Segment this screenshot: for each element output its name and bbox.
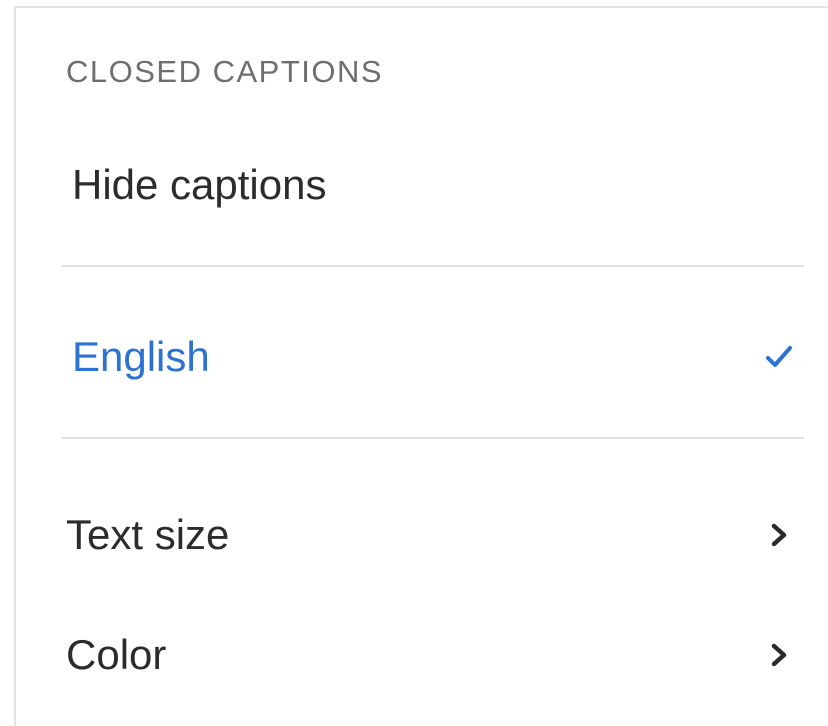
menu-item-text-size[interactable]: Text size xyxy=(16,490,804,580)
chevron-right-icon xyxy=(762,518,796,552)
chevron-right-icon xyxy=(762,638,796,672)
divider xyxy=(62,437,804,439)
menu-item-label: Hide captions xyxy=(72,161,327,208)
menu-item-hide-captions[interactable]: Hide captions xyxy=(16,140,804,230)
menu-item-label: Color xyxy=(66,631,167,678)
divider xyxy=(62,265,804,267)
menu-item-english[interactable]: English xyxy=(16,312,804,402)
menu-item-label: Text size xyxy=(66,511,230,558)
menu-item-label: English xyxy=(72,333,210,380)
section-header-closed-captions: CLOSED CAPTIONS xyxy=(66,54,384,89)
menu-item-color[interactable]: Color xyxy=(16,610,804,700)
closed-captions-menu: CLOSED CAPTIONS Hide captions English Te… xyxy=(14,6,828,726)
checkmark-icon xyxy=(762,340,796,374)
